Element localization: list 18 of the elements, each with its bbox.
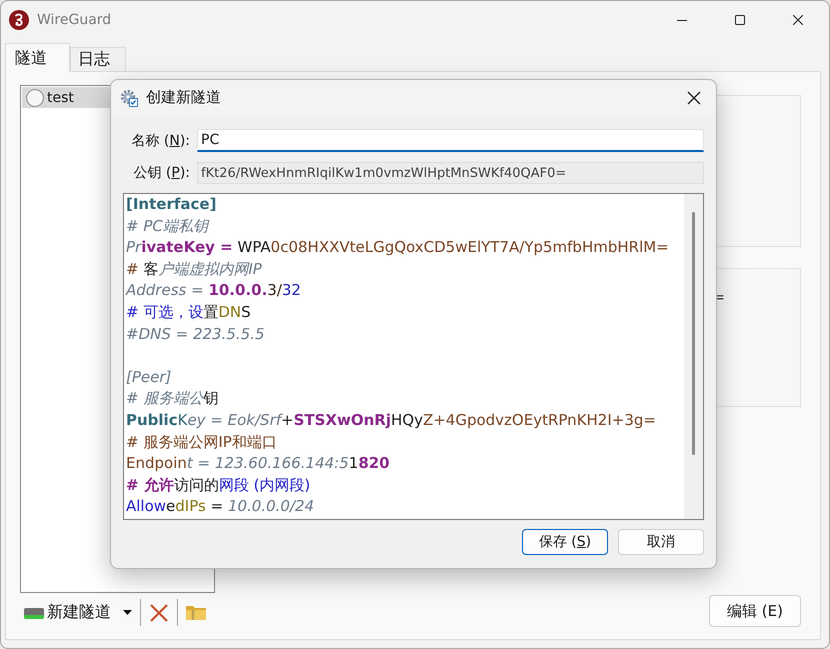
code-line: Address = 10.0.0.3/32 xyxy=(126,280,301,302)
code-line: # 可选，设置DNS xyxy=(126,302,251,323)
dialog-title: 创建新隧道 xyxy=(146,88,221,107)
field-label: 名称 (N): xyxy=(130,132,191,150)
code-line: [Interface] xyxy=(126,194,216,215)
code-line: # 允许访问的网段 (内网段) xyxy=(126,474,310,496)
code-line: PublicKey = Eok/Srf+STSXwOnRjHQyZ+4GpodvzOEytRPnKH2I+3g= xyxy=(126,410,656,431)
code-line: [Peer] xyxy=(126,366,172,388)
code-line: # 客户端虚拟内网IP xyxy=(126,258,262,280)
code-line: PrivateKey = WPA0c08HXXVteLGgQoxCD5wElYT7A/Yp5mfbHmbHRlM= xyxy=(126,237,669,258)
code-line: # 服务端公钥 xyxy=(126,388,218,410)
field-label: 公钥 (P): xyxy=(132,164,191,182)
code-line: Endpoint = 123.60.166.144:51820 xyxy=(126,453,390,474)
code-line: # 服务端公网IP和端口 xyxy=(126,432,277,453)
window-title: WireGuard xyxy=(37,12,112,28)
code-line: # PC端私钥 xyxy=(126,216,208,237)
code-line: AllowedIPs = 10.0.0.0/24 xyxy=(126,496,314,518)
code-line: #DNS = 223.5.5.5 xyxy=(126,324,265,345)
